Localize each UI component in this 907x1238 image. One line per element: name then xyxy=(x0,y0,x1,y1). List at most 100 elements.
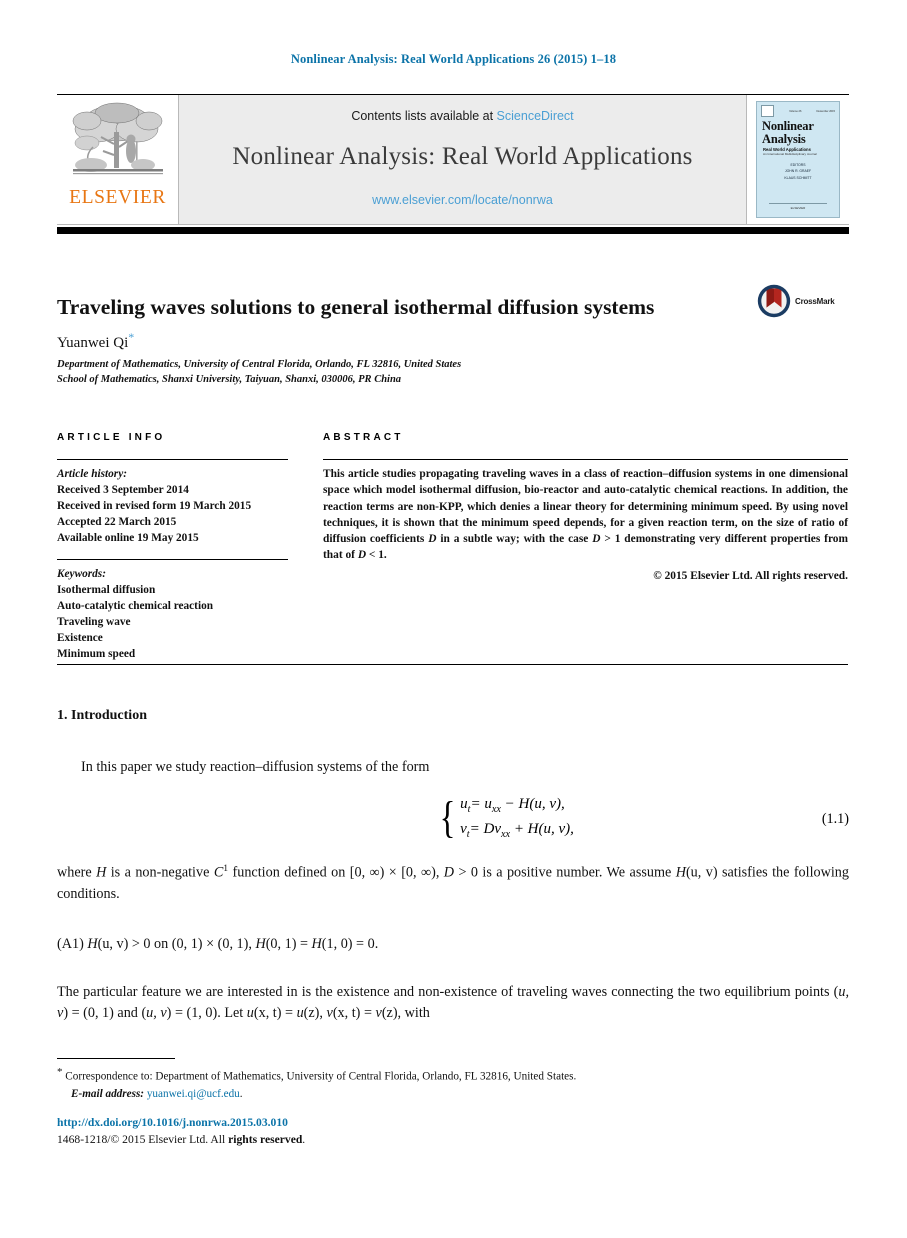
where-text-b: is a non-negative xyxy=(106,864,214,881)
elsevier-logo: ELSEVIER xyxy=(57,95,179,224)
history-item-online: Available online 19 May 2015 xyxy=(57,532,199,545)
abstract-part-4: < 1. xyxy=(366,549,387,562)
a1-text-1: (u, v) > 0 on (0, 1) × (0, 1), xyxy=(97,936,256,952)
footnote-divider xyxy=(57,1058,175,1059)
eq2-tail: + H(u, v), xyxy=(510,820,574,837)
feature-text-g: (z), with xyxy=(381,1005,430,1022)
abstract-text: This article studies propagating traveli… xyxy=(323,466,848,584)
corresponding-author-marker[interactable]: * xyxy=(128,330,134,344)
feature-symbol-u2: u xyxy=(296,1005,304,1022)
contents-prefix: Contents lists available at xyxy=(351,109,497,123)
eq2-rhs-sub: xx xyxy=(501,828,511,840)
equation-1-1: { ut= uxx − H(u, v), vt= Dvxx + H(u, v),… xyxy=(57,793,849,851)
issn-rights-reserved: rights reserved xyxy=(228,1133,303,1146)
a1-symbol-H1: H xyxy=(87,936,98,952)
page-title: Traveling waves solutions to general iso… xyxy=(57,295,655,320)
article-history-block: Article history: Received 3 September 20… xyxy=(57,466,288,546)
abstract-symbol-D-3: D xyxy=(357,549,367,562)
sciencedirect-link[interactable]: ScienceDirect xyxy=(497,109,574,123)
footnote-block: * Correspondence to: Department of Mathe… xyxy=(57,1064,847,1102)
cover-editor-2: KLAUS SCHMITT xyxy=(784,175,812,180)
doi-link[interactable]: http://dx.doi.org/10.1016/j.nonrwa.2015.… xyxy=(57,1116,288,1129)
abstract-heading: ABSTRACT xyxy=(323,432,404,443)
elsevier-wordmark: ELSEVIER xyxy=(69,187,166,208)
eq1-u: u xyxy=(460,796,468,812)
equation-brace-icon: { xyxy=(439,792,456,842)
eq1-rhs-sub: xx xyxy=(491,804,501,815)
abstract-rule xyxy=(323,459,848,460)
history-item-received: Received 3 September 2014 xyxy=(57,484,189,497)
feature-text-c: ) = (1, 0). Let xyxy=(166,1005,247,1022)
paragraph-where: where H is a non-negative C1 function de… xyxy=(57,862,849,905)
running-head: Nonlinear Analysis: Real World Applicati… xyxy=(290,52,617,66)
contents-available-line: Contents lists available at ScienceDirec… xyxy=(351,109,573,123)
feature-symbol-uv2: u, v xyxy=(146,1005,167,1022)
cover-elsevier-mark-icon xyxy=(761,105,774,117)
where-symbol-C: C xyxy=(213,864,224,881)
equation-body: { ut= uxx − H(u, v), vt= Dvxx + H(u, v), xyxy=(437,793,574,843)
keyword-item: Existence xyxy=(57,632,103,645)
issn-copyright: © 2015 Elsevier Ltd. All xyxy=(110,1133,229,1146)
eq1-tail: − H(u, v), xyxy=(500,796,565,812)
author-name: Yuanwei Qi* xyxy=(57,330,134,352)
a1-text-2: (0, 1) = xyxy=(265,936,312,952)
article-info-heading: ARTICLE INFO xyxy=(57,432,166,443)
feature-text-d: (x, t) = xyxy=(253,1005,297,1022)
elsevier-tree-icon xyxy=(72,102,163,175)
where-symbol-H: H xyxy=(96,864,107,881)
equation-number: (1.1) xyxy=(821,811,849,827)
a1-tag: (A1) xyxy=(57,936,84,952)
eq1-rhs: = u xyxy=(470,796,492,812)
cover-subtitle2: An International Multidisciplinary Journ… xyxy=(763,152,817,156)
paragraph-assumption-a1: (A1) H(u, v) > 0 on (0, 1) × (0, 1), H(0… xyxy=(57,934,849,955)
journal-title: Nonlinear Analysis: Real World Applicati… xyxy=(232,143,693,170)
cover-volume: Volume 26 xyxy=(789,109,802,113)
eq2-v: v xyxy=(460,820,467,837)
journal-url-link[interactable]: www.elsevier.com/locate/nonrwa xyxy=(372,193,553,207)
abstract-copyright: © 2015 Elsevier Ltd. All rights reserved… xyxy=(653,569,848,582)
keywords-label: Keywords: xyxy=(57,568,106,581)
email-link[interactable]: yuanwei.qi@ucf.edu xyxy=(147,1088,240,1100)
equation-line-1: ut= uxx − H(u, v), xyxy=(460,793,574,818)
eq2-rhs: = Dv xyxy=(469,820,502,837)
crossmark-badge[interactable]: CrossMark xyxy=(757,281,847,321)
section-heading-introduction: 1. Introduction xyxy=(57,708,147,723)
affiliations: Department of Mathematics, University of… xyxy=(57,357,461,387)
affiliation-1: Department of Mathematics, University of… xyxy=(57,359,462,370)
cover-date: December 2015 xyxy=(816,109,835,113)
journal-cover-thumbnail[interactable]: Volume 26 December 2015 Nonlinear Analys… xyxy=(756,101,840,218)
feature-text-e: (z), xyxy=(303,1005,327,1022)
keyword-item: Auto-catalytic chemical reaction xyxy=(57,600,214,613)
cover-topbar: Volume 26 December 2015 xyxy=(761,105,835,117)
a1-text-3: (1, 0) = 0. xyxy=(321,936,379,952)
feature-symbol-u1: u xyxy=(246,1005,254,1022)
cover-footer: ELSEVIER xyxy=(790,206,806,210)
footnote-email-line: E-mail address: yuanwei.qi@ucf.edu. xyxy=(57,1086,847,1103)
a1-symbol-H2: H xyxy=(255,936,266,952)
cover-title-line2: Analysis xyxy=(762,132,806,146)
history-item-revised: Received in revised form 19 March 2015 xyxy=(57,500,252,513)
email-label: E-mail address: xyxy=(71,1087,145,1100)
where-symbol-H2: H xyxy=(675,864,686,881)
affiliation-2: School of Mathematics, Shanxi University… xyxy=(57,374,402,386)
cover-divider xyxy=(769,202,827,203)
issn-suffix: . xyxy=(302,1133,306,1146)
where-text-d: > 0 is a positive number. We assume xyxy=(454,864,676,881)
a1-symbol-H3: H xyxy=(311,936,322,952)
article-history-label: Article history: xyxy=(57,468,127,480)
equation-lines: ut= uxx − H(u, v), vt= Dvxx + H(u, v), xyxy=(460,793,574,843)
paper-page: Nonlinear Analysis: Real World Applicati… xyxy=(0,0,907,1238)
issn-prefix: 1468-1218/ xyxy=(57,1133,111,1146)
crossmark-icon xyxy=(757,284,791,318)
footnote-correspondence-text: Correspondence to: Department of Mathema… xyxy=(62,1070,577,1083)
author-label: Yuanwei Qi xyxy=(57,335,129,351)
journal-banner: Contents lists available at ScienceDirec… xyxy=(179,95,746,224)
email-period: . xyxy=(239,1087,243,1100)
paragraph-feature: The particular feature we are interested… xyxy=(57,982,849,1025)
issn-copyright-line: 1468-1218/© 2015 Elsevier Ltd. All right… xyxy=(57,1133,305,1146)
cover-editors: EDITORS JOHN R. GRAEF KLAUS SCHMITT xyxy=(757,162,839,181)
where-symbol-D: D xyxy=(443,864,455,881)
article-info-rule xyxy=(57,459,288,460)
paragraph-intro: In this paper we study reaction–diffusio… xyxy=(81,759,430,775)
history-item-accepted: Accepted 22 March 2015 xyxy=(57,516,177,529)
